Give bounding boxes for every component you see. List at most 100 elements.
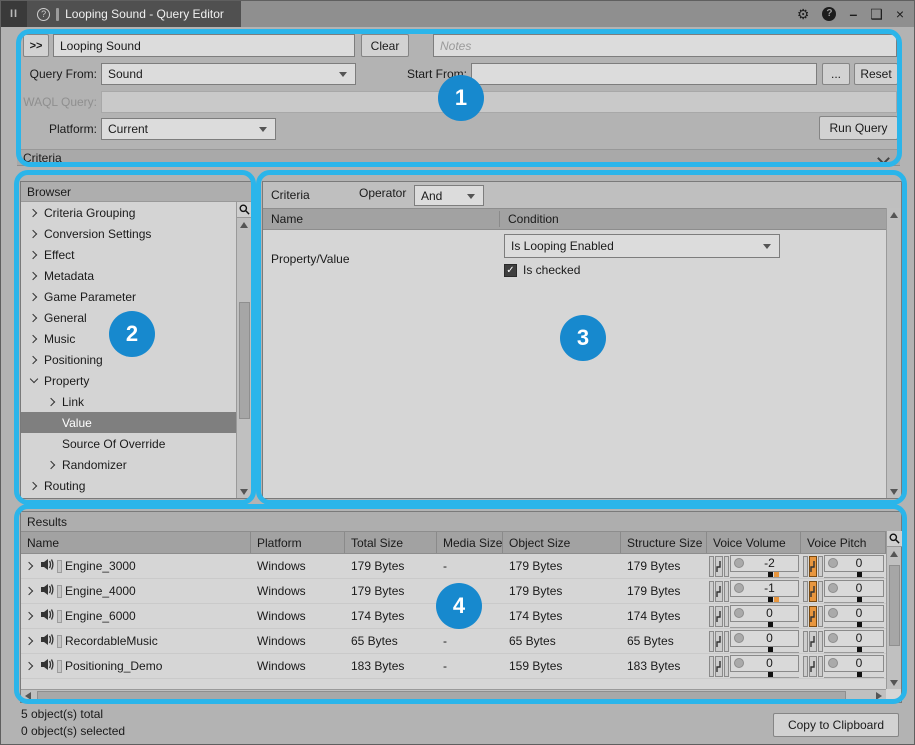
voice-mute-button[interactable] [803,581,808,602]
scroll-up-button[interactable] [887,208,902,221]
scroll-up-button[interactable] [887,547,902,560]
voice-value-box[interactable]: 0 [824,655,884,672]
voice-slider[interactable] [730,622,799,628]
scroll-track[interactable] [35,690,872,703]
table-row-positioning-demo[interactable]: Positioning_DemoWindows183 Bytes-159 Byt… [21,654,886,679]
platform-select[interactable]: Current [101,118,276,140]
chevron-right-icon[interactable] [47,460,59,470]
rtpc-curve-button[interactable] [809,556,817,577]
voice-value-box[interactable]: 0 [730,605,799,622]
column-header-structure-size[interactable]: Structure Size [621,532,707,553]
rtpc-curve-button[interactable] [809,606,817,627]
voice-link-button[interactable] [724,656,729,677]
chevron-right-icon[interactable] [29,208,41,218]
help-icon[interactable]: ? [822,7,836,21]
column-header-voice-pitch[interactable]: Voice Pitch [801,532,886,553]
chevron-right-icon[interactable] [29,355,41,365]
voice-value-box[interactable]: 0 [824,630,884,647]
minimize-button[interactable]: – [849,7,857,21]
voice-value-box[interactable]: -1 [730,580,799,597]
voice-mute-button[interactable] [709,606,714,627]
voice-link-button[interactable] [724,631,729,652]
table-row-recordablemusic[interactable]: RecordableMusicWindows65 Bytes-65 Bytes6… [21,629,886,654]
tree-item-effect[interactable]: Effect [21,244,236,265]
tree-item-metadata[interactable]: Metadata [21,265,236,286]
scroll-right-button[interactable] [872,690,886,703]
criteria-section-header[interactable]: Criteria [17,149,900,166]
chevron-right-icon[interactable] [25,661,37,671]
column-header-object-size[interactable]: Object Size [503,532,621,553]
rtpc-curve-button[interactable] [715,631,723,652]
scroll-track[interactable] [237,231,252,485]
voice-value-box[interactable]: 0 [824,605,884,622]
voice-value-box[interactable]: -2 [730,555,799,572]
settings-gear-icon[interactable]: ⚙ [797,7,810,21]
scroll-down-button[interactable] [887,485,902,498]
tree-item-criteria-grouping[interactable]: Criteria Grouping [21,202,236,223]
tab-query-editor[interactable]: ? Looping Sound - Query Editor [27,1,241,27]
rtpc-curve-button[interactable] [715,606,723,627]
tree-item-value[interactable]: Value [21,412,236,433]
scroll-left-button[interactable] [21,690,35,703]
column-header-name[interactable]: Name [21,532,251,553]
clear-button[interactable]: Clear [361,34,409,57]
column-header-name[interactable]: Name [263,212,499,226]
tree-item-link[interactable]: Link [21,391,236,412]
query-name-input[interactable]: Looping Sound [53,34,355,57]
voice-link-button[interactable] [818,581,823,602]
scroll-thumb[interactable] [37,691,846,702]
rtpc-curve-button[interactable] [715,656,723,677]
voice-value-box[interactable]: 0 [730,630,799,647]
column-header-platform[interactable]: Platform [251,532,345,553]
voice-slider[interactable] [824,622,884,628]
voice-link-button[interactable] [724,606,729,627]
voice-slider[interactable] [730,597,799,603]
column-header-total-size[interactable]: Total Size [345,532,437,553]
pin-pause-icon[interactable]: II [1,8,27,20]
scroll-track[interactable] [887,221,902,485]
rtpc-curve-button[interactable] [809,581,817,602]
voice-value-box[interactable]: 0 [824,580,884,597]
reset-button[interactable]: Reset [854,63,898,85]
voice-slider[interactable] [730,572,799,578]
voice-value-box[interactable]: 0 [824,555,884,572]
voice-link-button[interactable] [724,581,729,602]
rtpc-curve-button[interactable] [809,656,817,677]
search-icon[interactable] [237,202,252,218]
tree-item-soundbank[interactable]: SoundBank [21,496,236,498]
voice-mute-button[interactable] [803,606,808,627]
close-button[interactable]: × [896,7,904,21]
table-row-engine-3000[interactable]: Engine_3000Windows179 Bytes-179 Bytes179… [21,554,886,579]
scroll-track[interactable] [887,560,902,676]
chevron-right-icon[interactable] [29,250,41,260]
chevron-down-icon[interactable] [29,376,41,386]
voice-link-button[interactable] [818,556,823,577]
tree-item-conversion-settings[interactable]: Conversion Settings [21,223,236,244]
rtpc-curve-button[interactable] [809,631,817,652]
voice-slider[interactable] [824,572,884,578]
chevron-right-icon[interactable] [29,481,41,491]
voice-link-button[interactable] [818,631,823,652]
scroll-down-button[interactable] [887,676,902,689]
voice-mute-button[interactable] [803,631,808,652]
scroll-down-button[interactable] [237,485,252,498]
column-header-voice-volume[interactable]: Voice Volume [707,532,801,553]
tree-item-property[interactable]: Property [21,370,236,391]
voice-link-button[interactable] [724,556,729,577]
is-checked-checkbox[interactable] [504,264,517,277]
scroll-up-button[interactable] [237,218,252,231]
chevron-right-icon[interactable] [29,271,41,281]
voice-slider[interactable] [824,647,884,653]
tree-item-randomizer[interactable]: Randomizer [21,454,236,475]
run-query-button[interactable]: Run Query [819,116,898,140]
chevron-right-icon[interactable] [25,586,37,596]
rtpc-curve-button[interactable] [715,556,723,577]
query-from-select[interactable]: Sound [101,63,356,85]
tree-item-source-of-override[interactable]: Source Of Override [21,433,236,454]
chevron-right-icon[interactable] [29,229,41,239]
copy-to-clipboard-button[interactable]: Copy to Clipboard [773,713,899,737]
browse-button[interactable]: ... [822,63,850,85]
voice-value-box[interactable]: 0 [730,655,799,672]
voice-mute-button[interactable] [803,656,808,677]
voice-mute-button[interactable] [803,556,808,577]
